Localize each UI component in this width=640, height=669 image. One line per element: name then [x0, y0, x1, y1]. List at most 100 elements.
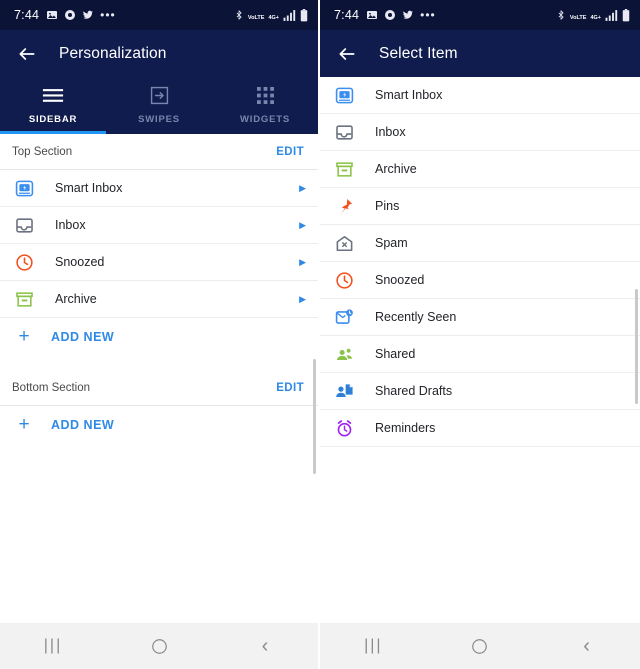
left-app-bar: Personalization [0, 30, 318, 77]
add-new-button-top[interactable]: + ADD NEW [0, 318, 318, 355]
archive-box-icon [12, 287, 36, 311]
status-bar-time: 7:44 [334, 8, 360, 22]
list-item[interactable]: Reminders [320, 410, 640, 447]
list-item-label: Spam [375, 236, 408, 250]
signal-bars-icon [283, 9, 296, 21]
personalization-tab-bar: SIDEBAR SWIPES WIDGETS [0, 77, 318, 134]
right-scrollbar[interactable] [635, 289, 638, 404]
section-spacer [0, 355, 318, 370]
add-new-label: ADD NEW [51, 417, 115, 432]
row-label: Archive [55, 292, 97, 306]
smart-inbox-icon [12, 176, 36, 200]
chevron-right-icon: ▶ [299, 182, 306, 193]
tab-swipes[interactable]: SWIPES [106, 77, 212, 134]
status-bar-left: 7:44 ••• VoLTE 4G+ [0, 0, 318, 30]
photos-icon [367, 11, 378, 19]
list-item-label: Archive [375, 162, 417, 176]
arrow-in-box-icon [150, 86, 169, 105]
more-dots-icon: ••• [100, 8, 116, 22]
recents-button[interactable]: ||| [343, 623, 403, 669]
volte-icon: VoLTE [247, 15, 265, 21]
home-circle-icon[interactable] [129, 623, 189, 669]
list-item-label: Smart Inbox [375, 88, 443, 102]
shared-drafts-icon [332, 379, 356, 403]
tab-sidebar-label: SIDEBAR [28, 113, 78, 125]
list-item[interactable]: Shared [320, 336, 640, 373]
chevron-right-icon: ▶ [299, 293, 306, 304]
list-item-label: Recently Seen [375, 310, 457, 324]
table-row[interactable]: Archive ▶ [0, 281, 318, 318]
android-nav-bar-left: ||| ‹ [0, 623, 318, 669]
list-item[interactable]: Smart Inbox [320, 77, 640, 114]
tab-widgets[interactable]: WIDGETS [212, 77, 318, 134]
list-item-label: Shared [375, 347, 416, 361]
pin-icon [332, 194, 356, 218]
back-arrow-icon[interactable] [14, 41, 40, 67]
camera-icon [65, 10, 76, 20]
twitter-icon [83, 10, 94, 19]
bluetooth-icon [558, 10, 564, 20]
camera-icon [385, 10, 396, 20]
4g-plus-icon: 4G+ [268, 15, 279, 21]
home-circle-icon[interactable] [450, 623, 510, 669]
select-item-list: Smart Inbox Inbox Archive Pins Spam Snoo… [320, 77, 640, 623]
left-scrollbar[interactable] [313, 359, 316, 474]
list-item[interactable]: Archive [320, 151, 640, 188]
edit-button-bottom[interactable]: EDIT [276, 382, 304, 394]
table-row[interactable]: Smart Inbox ▶ [0, 170, 318, 207]
status-bar-notification-icons: ••• [46, 9, 116, 21]
spam-icon [332, 231, 356, 255]
section-title-top: Top Section [12, 145, 73, 158]
back-arrow-icon[interactable] [334, 41, 360, 67]
android-nav-bar-right: ||| ‹ [320, 623, 640, 669]
list-item[interactable]: Inbox [320, 114, 640, 151]
section-header-bottom: Bottom Section EDIT [0, 370, 318, 406]
chevron-right-icon: ▶ [299, 219, 306, 230]
edit-button-top[interactable]: EDIT [276, 146, 304, 158]
status-bar-time: 7:44 [14, 8, 40, 22]
left-panel-personalization: 7:44 ••• VoLTE 4G+ Personalization SIDEB… [0, 0, 320, 669]
list-item-label: Reminders [375, 421, 436, 435]
table-row[interactable]: Snoozed ▶ [0, 244, 318, 281]
bluetooth-icon [236, 10, 242, 20]
page-title: Personalization [59, 44, 167, 62]
list-item-label: Pins [375, 199, 400, 213]
list-item-label: Shared Drafts [375, 384, 453, 398]
list-item[interactable]: Snoozed [320, 262, 640, 299]
tab-widgets-label: WIDGETS [240, 113, 290, 125]
list-item[interactable]: Shared Drafts [320, 373, 640, 410]
tab-swipes-label: SWIPES [138, 113, 180, 125]
list-item[interactable]: Spam [320, 225, 640, 262]
inbox-icon [332, 120, 356, 144]
grid-dots-icon [256, 87, 274, 105]
plus-icon: + [18, 326, 30, 347]
status-bar-system-icons: VoLTE 4G+ [234, 6, 308, 24]
recents-button[interactable]: ||| [23, 623, 83, 669]
twitter-icon [403, 10, 414, 19]
page-title: Select Item [379, 44, 458, 62]
snoozed-clock-icon [12, 250, 36, 274]
status-bar-notification-icons: ••• [366, 9, 436, 21]
right-app-bar: Select Item [320, 30, 640, 77]
back-button[interactable]: ‹ [557, 623, 617, 669]
list-item-label: Snoozed [375, 273, 425, 287]
signal-bars-icon [605, 9, 618, 21]
hamburger-icon [42, 87, 64, 105]
row-label: Snoozed [55, 255, 105, 269]
sidebar-sections-list: Top Section EDIT Smart Inbox ▶ Inbox ▶ S… [0, 134, 318, 623]
chevron-right-icon: ▶ [299, 256, 306, 267]
back-button[interactable]: ‹ [235, 623, 295, 669]
tab-sidebar[interactable]: SIDEBAR [0, 77, 106, 134]
add-new-button-bottom[interactable]: + ADD NEW [0, 406, 318, 443]
list-item[interactable]: Pins [320, 188, 640, 225]
section-title-bottom: Bottom Section [12, 381, 90, 394]
plus-icon: + [18, 414, 30, 435]
right-panel-select-item: 7:44 ••• VoLTE 4G+ Select Item Smart Inb… [320, 0, 640, 669]
photos-icon [47, 11, 58, 19]
shared-people-icon [332, 342, 356, 366]
more-dots-icon: ••• [420, 8, 436, 22]
list-item[interactable]: Recently Seen [320, 299, 640, 336]
volte-icon: VoLTE [569, 15, 587, 21]
table-row[interactable]: Inbox ▶ [0, 207, 318, 244]
row-label: Inbox [55, 218, 86, 232]
